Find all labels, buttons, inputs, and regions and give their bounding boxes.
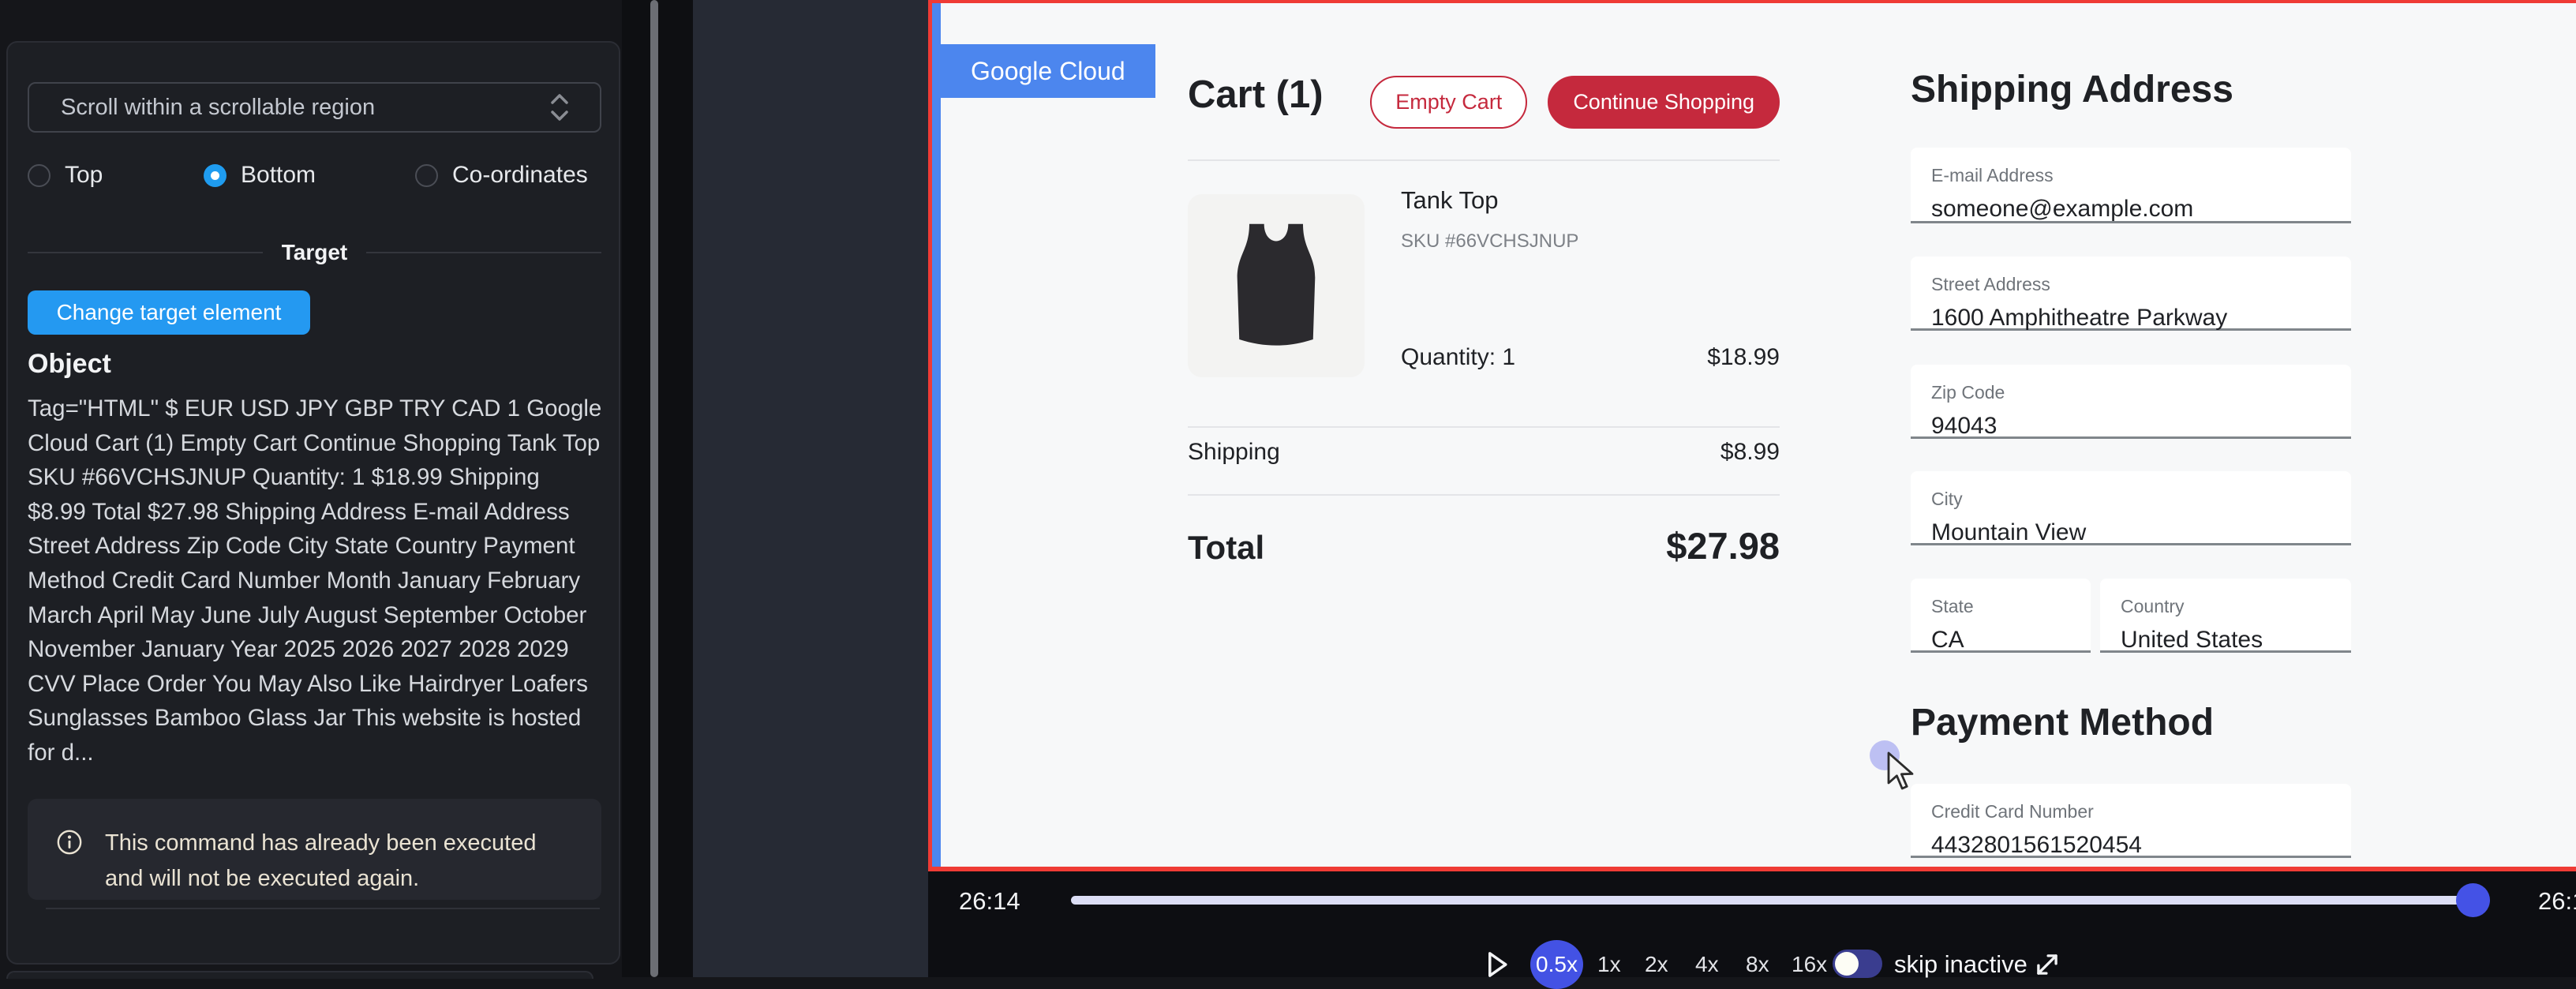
sidebar-divider: [46, 908, 600, 909]
city-field[interactable]: City Mountain View: [1911, 471, 2351, 545]
radio-bottom[interactable]: Bottom: [204, 158, 316, 193]
select-chevrons-icon: [546, 90, 573, 125]
continue-shopping-button[interactable]: Continue Shopping: [1548, 76, 1780, 129]
object-heading: Object: [28, 349, 111, 380]
timeline-track[interactable]: [1071, 896, 2484, 905]
email-field[interactable]: E-mail Address someone@example.com: [1911, 148, 2351, 223]
shipping-address-heading: Shipping Address: [1911, 68, 2233, 111]
radio-coordinates-label: Co-ordinates: [452, 162, 588, 189]
city-value: Mountain View: [1931, 519, 2351, 546]
fullscreen-expand-icon[interactable]: [2031, 949, 2063, 980]
email-label: E-mail Address: [1931, 165, 2351, 186]
cart-divider-3: [1188, 494, 1780, 496]
credit-card-field[interactable]: Credit Card Number 4432801561520454: [1911, 784, 2351, 858]
radio-bottom-label: Bottom: [241, 162, 316, 189]
change-target-button[interactable]: Change target element: [28, 290, 310, 335]
replayed-page-viewport: Google Cloud Cart (1) Empty Cart Continu…: [928, 0, 2576, 871]
cart-divider-1: [1188, 159, 1780, 161]
mouse-cursor-icon: [1887, 751, 1923, 792]
radio-top[interactable]: Top: [28, 158, 103, 193]
zip-code-value: 94043: [1931, 413, 2351, 440]
speed-2x-button[interactable]: 2x: [1645, 947, 1668, 982]
street-address-value: 1600 Amphitheatre Parkway: [1931, 305, 2351, 332]
cart-divider-2: [1188, 426, 1780, 428]
info-icon: [56, 829, 83, 856]
speed-16x-button[interactable]: 16x: [1792, 947, 1827, 982]
product-price: $18.99: [1707, 344, 1780, 371]
html-element-highlight-stripe: [932, 3, 941, 867]
empty-cart-button[interactable]: Empty Cart: [1370, 76, 1527, 129]
shipping-value: $8.99: [1720, 439, 1780, 466]
speed-1x-button[interactable]: 1x: [1597, 947, 1621, 982]
speed-4x-button[interactable]: 4x: [1695, 947, 1719, 982]
player-controls-bar: 26:14 26:1 0.5x 1x 2x 4x 8x 16x skip ina…: [928, 871, 2576, 977]
street-address-label: Street Address: [1931, 274, 2351, 295]
product-quantity: Quantity: 1: [1401, 344, 1515, 371]
city-label: City: [1931, 489, 2351, 510]
product-sku: SKU #66VCHSJNUP: [1401, 230, 1578, 253]
scroll-position-radios: Top Bottom Co-ordinates: [28, 158, 601, 193]
shipping-label: Shipping: [1188, 439, 1280, 466]
target-section-label: Target: [282, 240, 348, 265]
end-time: 26:1: [2538, 887, 2576, 916]
command-settings-panel: Scroll within a scrollable region Top Bo…: [6, 41, 620, 965]
command-type-select[interactable]: Scroll within a scrollable region: [28, 82, 601, 133]
info-message-box: This command has already been executed a…: [28, 799, 601, 900]
next-panel-edge: [6, 971, 593, 979]
play-button[interactable]: [1481, 949, 1512, 980]
country-value: United States: [2121, 627, 2351, 654]
state-value: CA: [1931, 627, 2091, 654]
state-label: State: [1931, 596, 2091, 617]
credit-card-value: 4432801561520454: [1931, 832, 2351, 859]
country-label: Country: [2121, 596, 2351, 617]
panel-resizer-handle[interactable]: [650, 0, 658, 977]
target-section-divider: Target: [28, 237, 601, 268]
radio-coordinates[interactable]: Co-ordinates: [415, 158, 588, 193]
radio-coordinates-circle-icon: [415, 164, 438, 187]
radio-top-label: Top: [65, 162, 103, 189]
current-time: 26:14: [959, 887, 1020, 916]
cart-title: Cart (1): [1188, 73, 1324, 117]
timeline-thumb[interactable]: [2456, 883, 2490, 917]
radio-top-circle-icon: [28, 164, 51, 187]
total-value: $27.98: [1666, 524, 1780, 568]
product-image: [1188, 194, 1365, 377]
street-address-field[interactable]: Street Address 1600 Amphitheatre Parkway: [1911, 257, 2351, 331]
product-name: Tank Top: [1401, 186, 1499, 215]
info-message-text: This command has already been executed a…: [105, 826, 546, 900]
speed-0-5x-button[interactable]: 0.5x: [1530, 940, 1583, 989]
object-description-text: Tag="HTML" $ EUR USD JPY GBP TRY CAD 1 G…: [28, 391, 603, 770]
credit-card-label: Credit Card Number: [1931, 801, 2351, 822]
tank-top-image: [1209, 211, 1343, 361]
speed-8x-button[interactable]: 8x: [1746, 947, 1769, 982]
radio-bottom-circle-icon: [204, 164, 227, 187]
state-field[interactable]: State CA: [1911, 579, 2091, 653]
panel-gutter: [622, 0, 693, 977]
skip-inactive-toggle[interactable]: [1833, 950, 1882, 978]
skip-inactive-label[interactable]: skip inactive: [1894, 947, 2027, 982]
brand-badge: Google Cloud: [941, 44, 1155, 98]
zip-code-field[interactable]: Zip Code 94043: [1911, 365, 2351, 439]
email-value: someone@example.com: [1931, 196, 2351, 223]
total-label: Total: [1188, 529, 1264, 567]
payment-method-heading: Payment Method: [1911, 701, 2214, 744]
command-type-value: Scroll within a scrollable region: [61, 95, 546, 121]
country-field[interactable]: Country United States: [2100, 579, 2351, 653]
toggle-knob: [1835, 952, 1859, 976]
zip-code-label: Zip Code: [1931, 382, 2351, 403]
